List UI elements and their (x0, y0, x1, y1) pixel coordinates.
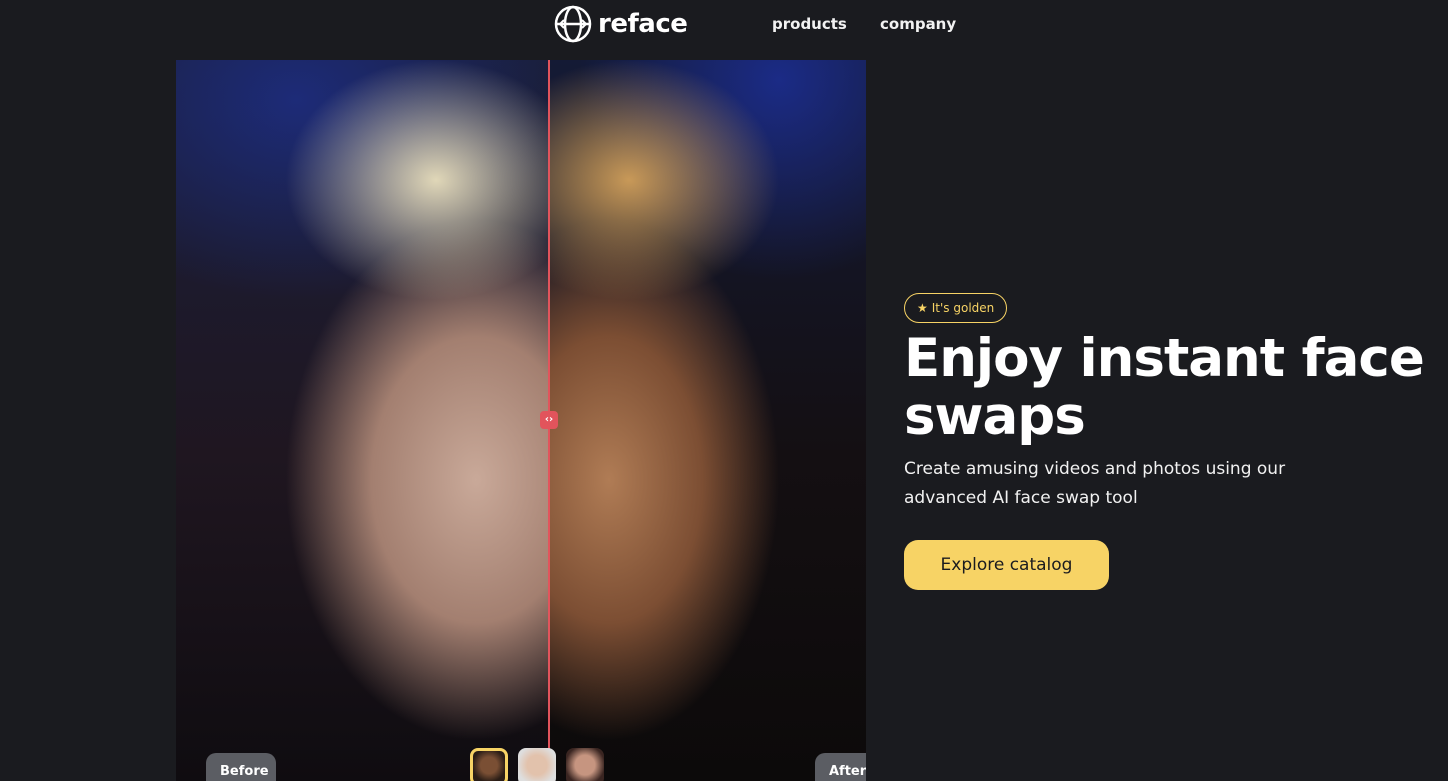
star-icon: ★ (917, 301, 928, 315)
nav-products-link[interactable]: products (772, 15, 847, 33)
before-after-slider[interactable]: ‹› Before After (176, 60, 866, 781)
logo-text: reface (598, 9, 688, 39)
before-image (176, 60, 549, 781)
reface-logo-icon (554, 5, 592, 43)
hero-title: Enjoy instant face swaps (904, 328, 1425, 447)
before-label: Before (206, 753, 276, 781)
reface-logo[interactable]: reface (554, 5, 688, 43)
face-thumbnails (470, 748, 604, 781)
face-thumbnail-1[interactable] (470, 748, 508, 781)
face-thumbnail-2[interactable] (518, 748, 556, 781)
after-label: After (815, 753, 866, 781)
after-image (549, 60, 866, 781)
badge-label: It's golden (931, 301, 995, 315)
slider-handle[interactable]: ‹› (540, 411, 558, 429)
explore-catalog-button[interactable]: Explore catalog (904, 540, 1109, 590)
hero-subtitle: Create amusing videos and photos using o… (904, 459, 1286, 508)
face-thumbnail-3[interactable] (566, 748, 604, 781)
golden-badge: ★ It's golden (904, 293, 1008, 323)
site-header: reface products company (0, 0, 1448, 50)
nav-company-link[interactable]: company (880, 15, 956, 33)
